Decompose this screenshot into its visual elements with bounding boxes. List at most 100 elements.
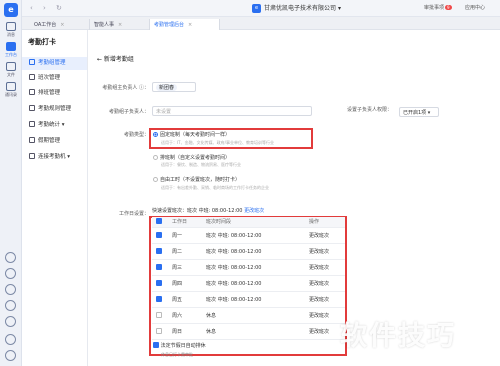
row-shift: 休息 — [202, 323, 305, 340]
tab-oa-workbench[interactable]: OA工作台 × — [30, 19, 90, 30]
back-button[interactable]: ← 新增考勤组 — [97, 54, 134, 63]
change-shift-link[interactable]: 更改班次 — [305, 275, 345, 292]
row-shift: 班次 中班: 08:00-12:00 — [202, 291, 305, 308]
more-icon[interactable] — [5, 334, 16, 345]
chart-icon — [29, 121, 35, 127]
sidebar-item-group-management[interactable]: 考勤组管理 — [22, 57, 87, 70]
row-checkbox[interactable] — [152, 307, 168, 324]
rail-workbench[interactable]: 工作台 — [0, 42, 22, 58]
calendar-icon — [29, 89, 35, 95]
change-shift-link[interactable]: 更改班次 — [305, 323, 345, 340]
table-row: 周四 班次 中班: 08:00-12:00 更改班次 — [152, 275, 345, 292]
cloud-icon[interactable] — [5, 316, 16, 327]
type-option-free-desc: 适用于：有出差外勤、采销、临时商场的工作打卡任务的企业 — [161, 185, 269, 190]
mail-icon[interactable] — [5, 268, 16, 279]
owner-select[interactable]: 新团春 — [152, 82, 196, 92]
col-header-shift: 班次时间段 — [202, 217, 305, 228]
radio-icon — [153, 132, 158, 137]
row-day: 周一 — [168, 227, 202, 244]
change-shift-link[interactable]: 更改班次 — [305, 307, 345, 324]
row-day: 周六 — [168, 307, 202, 324]
quick-change-link[interactable]: 更改班次 — [244, 208, 264, 214]
holiday-checkbox[interactable]: 法定节假日自动排休 — [153, 342, 206, 349]
radio-icon — [153, 155, 158, 160]
holiday-sub-text: 休息日打卡需审批 — [161, 352, 193, 357]
table-row: 周一 班次 中班: 08:00-12:00 更改班次 — [152, 227, 345, 244]
workday-label: 工作日设置： — [118, 211, 149, 217]
approval-button[interactable]: 审批事项 9 — [424, 4, 452, 11]
notification-icon[interactable] — [5, 300, 16, 311]
table-row: 周三 班次 中班: 08:00-12:00 更改班次 — [152, 259, 345, 276]
group-icon — [29, 59, 35, 65]
checkbox-icon — [156, 311, 162, 318]
row-checkbox[interactable] — [152, 275, 168, 292]
chevron-down-icon: ▾ — [337, 5, 341, 12]
close-icon[interactable]: × — [188, 22, 192, 28]
change-shift-link[interactable]: 更改班次 — [305, 243, 345, 260]
shift-icon — [29, 74, 35, 80]
row-day: 周二 — [168, 243, 202, 260]
checkbox-icon — [156, 279, 162, 286]
sidebar-item-schedule-management[interactable]: 排班管理 — [22, 87, 87, 100]
change-shift-link[interactable]: 更改班次 — [305, 227, 345, 244]
checkbox-icon — [156, 263, 162, 270]
app-center-button[interactable]: 应用中心 — [465, 4, 485, 11]
tab-attendance-admin[interactable]: 考勤管理后台 × — [150, 19, 220, 30]
checkbox-icon — [156, 295, 162, 302]
sidebar-item-rules[interactable]: 考勤规则管理 — [22, 103, 87, 116]
row-checkbox[interactable] — [152, 259, 168, 276]
type-option-fixed-desc: 适用于：IT、金融、文化传媒、政府/事业单位、教育培训等行业 — [161, 140, 274, 145]
perm-select[interactable]: 已开启1项 ▾ — [399, 107, 439, 117]
row-shift: 班次 中班: 08:00-12:00 — [202, 259, 305, 276]
sub-owner-input[interactable]: 未设置 — [152, 106, 312, 116]
app-logo: e — [4, 3, 18, 17]
device-icon — [29, 153, 35, 159]
sidebar-title: 考勤打卡 — [28, 38, 56, 46]
quick-set-text: 快速设置班次：班次 中班: 08:00-12:00 更改班次 — [152, 208, 265, 214]
task-icon[interactable] — [5, 284, 16, 295]
nav-controls[interactable]: ‹ › ↻ — [30, 4, 66, 12]
change-shift-link[interactable]: 更改班次 — [305, 259, 345, 276]
message-icon — [6, 22, 16, 31]
tab-bar: OA工作台 × 智能人事 × 考勤管理后台 × — [22, 17, 500, 30]
rail-messages[interactable]: 消息 — [0, 22, 22, 38]
company-switcher[interactable]: e 甘肃优凯电子技术有限公司 ▾ — [252, 3, 341, 13]
file-icon — [6, 62, 16, 71]
select-all-checkbox[interactable] — [152, 217, 168, 228]
row-checkbox[interactable] — [152, 243, 168, 260]
row-shift: 班次 中班: 08:00-12:00 — [202, 243, 305, 260]
close-icon[interactable]: × — [118, 22, 122, 28]
sidebar-item-leave[interactable]: 假期管理 — [22, 135, 87, 148]
type-option-free[interactable]: 自由工时（不设置班次，随时打卡） — [153, 176, 240, 183]
row-checkbox[interactable] — [152, 227, 168, 244]
change-shift-link[interactable]: 更改班次 — [305, 291, 345, 308]
row-checkbox[interactable] — [152, 291, 168, 308]
owner-tag: 新团春 — [156, 84, 178, 91]
sidebar-item-shift-management[interactable]: 班次管理 — [22, 72, 87, 85]
checkbox-icon — [156, 247, 162, 254]
table-row: 周五 班次 中班: 08:00-12:00 更改班次 — [152, 291, 345, 308]
calendar-icon[interactable] — [5, 252, 16, 263]
rail-files[interactable]: 文件 — [0, 62, 22, 78]
close-icon[interactable]: × — [60, 22, 64, 28]
row-day: 周日 — [168, 323, 202, 340]
contacts-icon — [6, 82, 16, 91]
row-day: 周三 — [168, 259, 202, 276]
row-checkbox[interactable] — [152, 323, 168, 340]
checkbox-icon — [156, 218, 162, 225]
rail-contacts[interactable]: 通讯录 — [0, 82, 22, 98]
app-rail: e 消息 工作台 文件 通讯录 — [0, 0, 22, 366]
leave-icon — [29, 137, 35, 143]
row-day: 周五 — [168, 291, 202, 308]
tab-smart-hr[interactable]: 智能人事 × — [90, 19, 150, 30]
rules-icon — [29, 105, 35, 111]
checkbox-icon — [156, 327, 162, 334]
type-option-schedule[interactable]: 排班制（自定义设置考勤时间） — [153, 154, 230, 161]
type-option-fixed[interactable]: 固定班制（每天考勤时间一样） — [153, 131, 230, 138]
table-row: 周二 班次 中班: 08:00-12:00 更改班次 — [152, 243, 345, 260]
sidebar-item-devices[interactable]: 连接考勤机 ▾ — [22, 151, 87, 164]
workbench-icon — [6, 42, 16, 51]
approval-badge: 9 — [445, 5, 452, 10]
sidebar-item-statistics[interactable]: 考勤统计 ▾ — [22, 119, 87, 132]
settings-icon[interactable] — [5, 350, 16, 361]
